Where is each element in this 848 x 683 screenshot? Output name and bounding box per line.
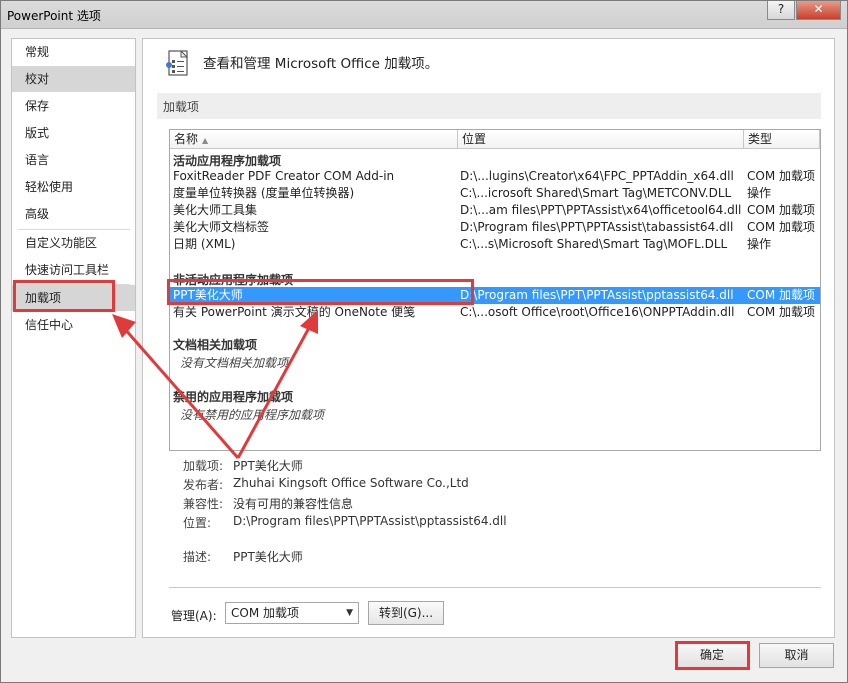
addin-type: COM 加载项 [747, 305, 815, 319]
manage-selected-value: COM 加载项 [231, 606, 299, 620]
addin-type: 操作 [747, 186, 772, 200]
table-row[interactable]: 度量单位转换器 (度量单位转换器) C:\...icrosoft Shared\S… [170, 185, 820, 202]
sidebar-item-advanced[interactable]: 高级 [12, 201, 135, 227]
sidebar-item-language[interactable]: 语言 [12, 147, 135, 173]
group-inactive-addins: 非活动应用程序加载项 [173, 273, 294, 287]
sidebar-item-proofing[interactable]: 校对 [12, 66, 135, 92]
addin-location: C:\...icrosoft Shared\Smart Tag\METCONV.… [460, 186, 732, 200]
manage-label: 管理(A): [171, 609, 217, 623]
detail-compat-label: 兼容性: [183, 497, 224, 511]
table-row-selected[interactable]: PPT美化大师 D:\Program files\PPT\PPTAssist\pp… [170, 287, 820, 304]
detail-location-label: 位置: [183, 516, 212, 530]
group-disabled-addins: 禁用的应用程序加载项 [173, 390, 294, 404]
sidebar-item-customize-ribbon[interactable]: 自定义功能区 [12, 230, 135, 256]
group-active-addins: 活动应用程序加载项 [173, 154, 282, 168]
sidebar-item-layout[interactable]: 版式 [12, 120, 135, 146]
table-row[interactable]: 日期 (XML) C:\...s\Microsoft Shared\Smart T… [170, 236, 820, 253]
table-row[interactable]: 美化大师工具集 D:\...am files\PPT\PPTAssist\x64\… [170, 202, 820, 219]
detail-publisher-label: 发布者: [183, 478, 224, 492]
addins-list[interactable]: 名称 ▲ 位置 类型 活动应用程序加载项 FoxitReader PDF Crea… [169, 129, 821, 451]
addin-location: D:\...am files\PPT\PPTAssist\x64\officet… [460, 203, 742, 217]
addin-type: COM 加载项 [747, 220, 815, 234]
window-title: PowerPoint 选项 [7, 9, 101, 23]
addin-name: 度量单位转换器 (度量单位转换器) [173, 186, 355, 200]
addin-name: 美化大师文档标签 [173, 220, 270, 234]
table-row[interactable]: 有关 PowerPoint 演示文稿的 OneNote 便笺 C:\...osof… [170, 304, 820, 321]
chevron-down-icon: ▼ [346, 608, 353, 618]
table-row[interactable]: FoxitReader PDF Creator COM Add-in D:\...… [170, 168, 820, 185]
addin-name: 有关 PowerPoint 演示文稿的 OneNote 便笺 [173, 305, 416, 319]
sidebar-item-quick-access-toolbar[interactable]: 快速访问工具栏 [12, 257, 135, 283]
addin-type: COM 加载项 [747, 288, 815, 302]
column-name-label: 名称 [174, 132, 199, 146]
table-row[interactable]: 美化大师文档标签 D:\Program files\PPT\PPTAssist\t… [170, 219, 820, 236]
addin-location: D:\Program files\PPT\PPTAssist\pptassist… [460, 288, 734, 302]
addin-location: D:\Program files\PPT\PPTAssist\tabassist… [460, 220, 734, 234]
goto-button[interactable]: 转到(G)... [368, 601, 444, 625]
addin-type: COM 加载项 [747, 169, 815, 183]
addin-name: 日期 (XML) [173, 237, 236, 251]
addin-name: PPT美化大师 [173, 288, 243, 302]
detail-addin-value: PPT美化大师 [233, 459, 303, 473]
help-button[interactable]: ? [767, 1, 795, 20]
addins-panel: 查看和管理 Microsoft Office 加载项。 加载项 名称 ▲ 位置 类… [142, 38, 835, 638]
column-header-location[interactable]: 位置 [458, 130, 744, 149]
panel-header: 查看和管理 Microsoft Office 加载项。 [203, 56, 439, 72]
sort-ascending-icon: ▲ [202, 136, 209, 145]
sidebar-item-addins[interactable]: 加载项 [12, 285, 135, 311]
manage-select[interactable]: COM 加载项 ▼ [225, 602, 359, 624]
sidebar-item-accessibility[interactable]: 轻松使用 [12, 174, 135, 200]
cancel-button[interactable]: 取消 [759, 643, 834, 668]
section-title: 加载项 [163, 100, 200, 114]
addins-icon [166, 50, 189, 76]
column-header-type[interactable]: 类型 [744, 130, 820, 149]
ok-button[interactable]: 确定 [676, 643, 748, 668]
options-sidebar: 常规 校对 保存 版式 语言 轻松使用 高级 自定义功能区 快速访问工具栏 加载… [11, 38, 136, 638]
title-bar: PowerPoint 选项 ? ✕ [1, 1, 847, 29]
document-addins-empty: 没有文档相关加载项 [180, 356, 289, 370]
sidebar-item-save[interactable]: 保存 [12, 93, 135, 119]
addin-type: COM 加载项 [747, 203, 815, 217]
divider [169, 587, 821, 588]
detail-addin-label: 加载项: [183, 459, 224, 473]
section-header: 加载项 [157, 93, 821, 119]
detail-desc-label: 描述: [183, 550, 212, 564]
addin-location: C:\...s\Microsoft Shared\Smart Tag\MOFL.… [460, 237, 728, 251]
sidebar-item-trust-center[interactable]: 信任中心 [12, 312, 135, 338]
close-button[interactable]: ✕ [796, 1, 841, 20]
addin-name: 美化大师工具集 [173, 203, 258, 217]
column-header-name[interactable]: 名称 ▲ [170, 130, 458, 149]
addin-name: FoxitReader PDF Creator COM Add-in [173, 169, 395, 183]
detail-compat-value: 没有可用的兼容性信息 [233, 497, 354, 511]
disabled-addins-empty: 没有禁用的应用程序加载项 [180, 408, 325, 422]
group-document-addins: 文档相关加载项 [173, 338, 258, 352]
detail-location-value: D:\Program files\PPT\PPTAssist\pptassist… [233, 514, 507, 528]
addin-location: C:\...osoft Office\root\Office16\ONPPTAd… [460, 305, 735, 319]
sidebar-item-general[interactable]: 常规 [12, 39, 135, 65]
addin-location: D:\...lugins\Creator\x64\FPC_PPTAddin_x6… [460, 169, 734, 183]
detail-desc-value: PPT美化大师 [233, 550, 303, 564]
detail-publisher-value: Zhuhai Kingsoft Office Software Co.,Ltd [233, 476, 469, 490]
addin-type: 操作 [747, 237, 772, 251]
